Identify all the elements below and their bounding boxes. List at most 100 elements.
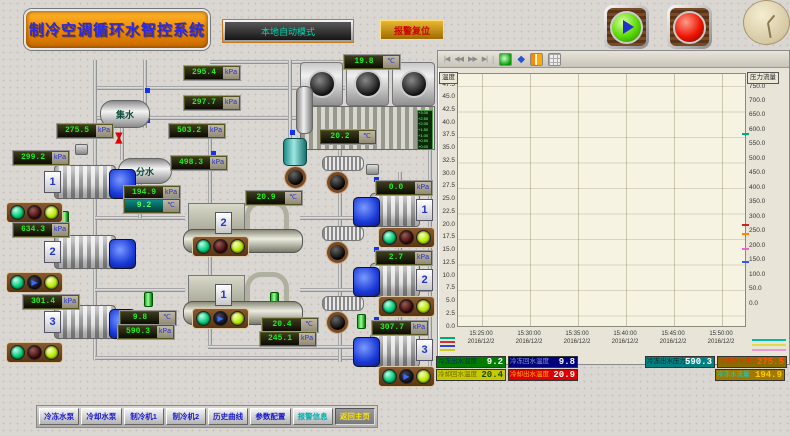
left-axis-tick: 42.5 [438, 107, 455, 114]
chiller-1-lights: ▶ [192, 308, 249, 329]
pan-icon[interactable]: ◆ [517, 54, 525, 65]
fan-icon [400, 70, 428, 98]
pump-right-2-lights [378, 296, 435, 317]
nav-button-制冷机1[interactable]: 制冷机1 [124, 408, 164, 425]
nav-button-制冷机2[interactable]: 制冷机2 [166, 408, 206, 425]
x-axis-tick: 15:35:002016/12/2 [553, 331, 601, 347]
zoom-icon[interactable] [499, 53, 512, 66]
motor-pod-icon [285, 167, 306, 188]
cursor-icon[interactable] [530, 53, 543, 66]
nav-button-参数配置[interactable]: 参数配置 [250, 408, 290, 425]
gauge-display-4: 301.4kPa [23, 295, 79, 309]
gauge-unit: kPa [62, 296, 78, 308]
pipe-segment [95, 356, 377, 360]
level-scale-mark: +3.00 [418, 111, 432, 115]
pipe-sensor-dot [145, 88, 150, 93]
status-lamp-off [27, 205, 42, 220]
readout-label: 冷冻回水压力 [718, 357, 757, 367]
axis-value-mark [742, 133, 749, 135]
right-axis-title: 压力流量 [747, 72, 779, 84]
chart-first-button[interactable]: |◀ [444, 55, 449, 63]
readout-value: 590.3 [685, 357, 714, 367]
valve-green[interactable] [357, 314, 366, 329]
left-axis-tick: 2.5 [438, 311, 455, 318]
right-axis-tick: 150.0 [749, 257, 789, 264]
left-axis-tick: 37.5 [438, 132, 455, 139]
hmi-main-screen: 集水 分水 +3.00+2.50+2.00+1.50+1.00+0.50+0.0… [0, 0, 790, 436]
gauge-display-11: 20.9℃ [246, 191, 302, 205]
right-axis-tick: 450.0 [749, 170, 789, 177]
nav-button-报警信息[interactable]: 报警信息 [293, 408, 333, 425]
x-axis-tick: 15:45:002016/12/2 [649, 331, 697, 347]
play-icon [610, 11, 643, 44]
gauge-value: 20.9 [247, 192, 285, 204]
chart-next-button[interactable]: ▶▶ [468, 55, 477, 63]
chart-last-button[interactable]: ▶| [482, 55, 487, 63]
pump-head [353, 267, 380, 297]
toolbar-separator: | [492, 54, 494, 64]
gauge-unit: kPa [163, 187, 179, 199]
stop-button[interactable] [667, 5, 712, 49]
valve-green[interactable] [144, 292, 153, 307]
nav-button-历史曲线[interactable]: 历史曲线 [208, 408, 248, 425]
alarm-reset-button[interactable]: 报警复位 [380, 20, 444, 40]
pump-right-3[interactable]: 3 [352, 331, 434, 369]
chart-prev-button[interactable]: ◀◀ [454, 55, 463, 63]
stop-icon [673, 11, 706, 44]
readout-2: 冷冻回水温度9.8 [508, 356, 578, 368]
grid-icon[interactable] [548, 53, 561, 66]
pump-right-1[interactable]: 1 [352, 191, 434, 229]
readout-label: 冷冻出水压力 [646, 357, 685, 367]
left-axis-tick: 30.0 [438, 171, 455, 178]
axis-value-mark [742, 233, 749, 235]
right-axis-tick: 550.0 [749, 141, 789, 148]
nav-button-返回主页[interactable]: 返回主页 [335, 408, 375, 425]
pump-number-plate: 3 [44, 311, 61, 333]
nav-button-冷却水泵[interactable]: 冷却水泵 [81, 408, 121, 425]
start-button[interactable] [604, 5, 649, 49]
x-tick-date: 2016/12/2 [457, 339, 505, 347]
right-axis-tick: 350.0 [749, 199, 789, 206]
status-lamp-yellow [416, 299, 431, 314]
gauge-value: 299.2 [14, 152, 52, 164]
right-axis-tick: 600.0 [749, 127, 789, 134]
mode-display-inner: 本地自动模式 [225, 22, 351, 40]
status-lamp-green [10, 345, 25, 360]
gauge-value: 295.4 [185, 67, 223, 79]
readout-value: 194.9 [755, 370, 784, 380]
status-lamp-off [213, 239, 228, 254]
left-axis-tick: 7.5 [438, 285, 455, 292]
left-axis-tick: 10.0 [438, 273, 455, 280]
left-axis-tick: 17.5 [438, 234, 455, 241]
gauge-unit: ℃ [301, 319, 317, 331]
chiller-number-plate: 1 [215, 284, 232, 306]
right-axis-tick: 250.0 [749, 228, 789, 235]
level-gauge: +3.00+2.50+2.00+1.50+1.00+0.50+0.00 [417, 110, 433, 150]
gauge-value: 9.2 [125, 200, 163, 212]
pump-left-2[interactable]: 2 [42, 233, 138, 271]
nav-button-冷冻水泵[interactable]: 冷冻水泵 [39, 408, 79, 425]
pipe-segment [95, 288, 185, 292]
valve-gray[interactable] [75, 144, 88, 155]
valve-gray[interactable] [366, 164, 379, 175]
trend-chart-panel: |◀ ◀◀ ▶▶ ▶| | ◆ 温度 压力流量 47.545.042.540.0… [437, 50, 790, 365]
page-title: 制冷空调循环水智控系统 [29, 19, 205, 40]
status-lamp-green [382, 230, 397, 245]
mode-text: 本地自动模式 [261, 25, 315, 38]
readout-label: 冷却回水温度 [437, 370, 481, 380]
gauge-unit: kPa [157, 326, 173, 338]
valve-red[interactable]: ▶◀ [114, 133, 123, 141]
dosing-tank [283, 138, 307, 166]
pump-left-2-lights: ▶ [6, 272, 63, 293]
gauge-display-15: 2.7kPa [376, 251, 432, 265]
gauge-display-12: 19.8℃ [344, 55, 400, 69]
gauge-unit: kPa [415, 182, 431, 194]
gauge-unit: kPa [299, 333, 315, 345]
right-axis-tick: 750.0 [749, 84, 789, 91]
gauge-value: 0.0 [377, 182, 415, 194]
plot-area[interactable] [457, 73, 746, 327]
pump-right-2[interactable]: 2 [352, 261, 434, 299]
gauge-value: 20.4 [263, 319, 301, 331]
gauge-display-13: 20.2℃ [320, 130, 376, 144]
left-axis-tick: 15.0 [438, 247, 455, 254]
